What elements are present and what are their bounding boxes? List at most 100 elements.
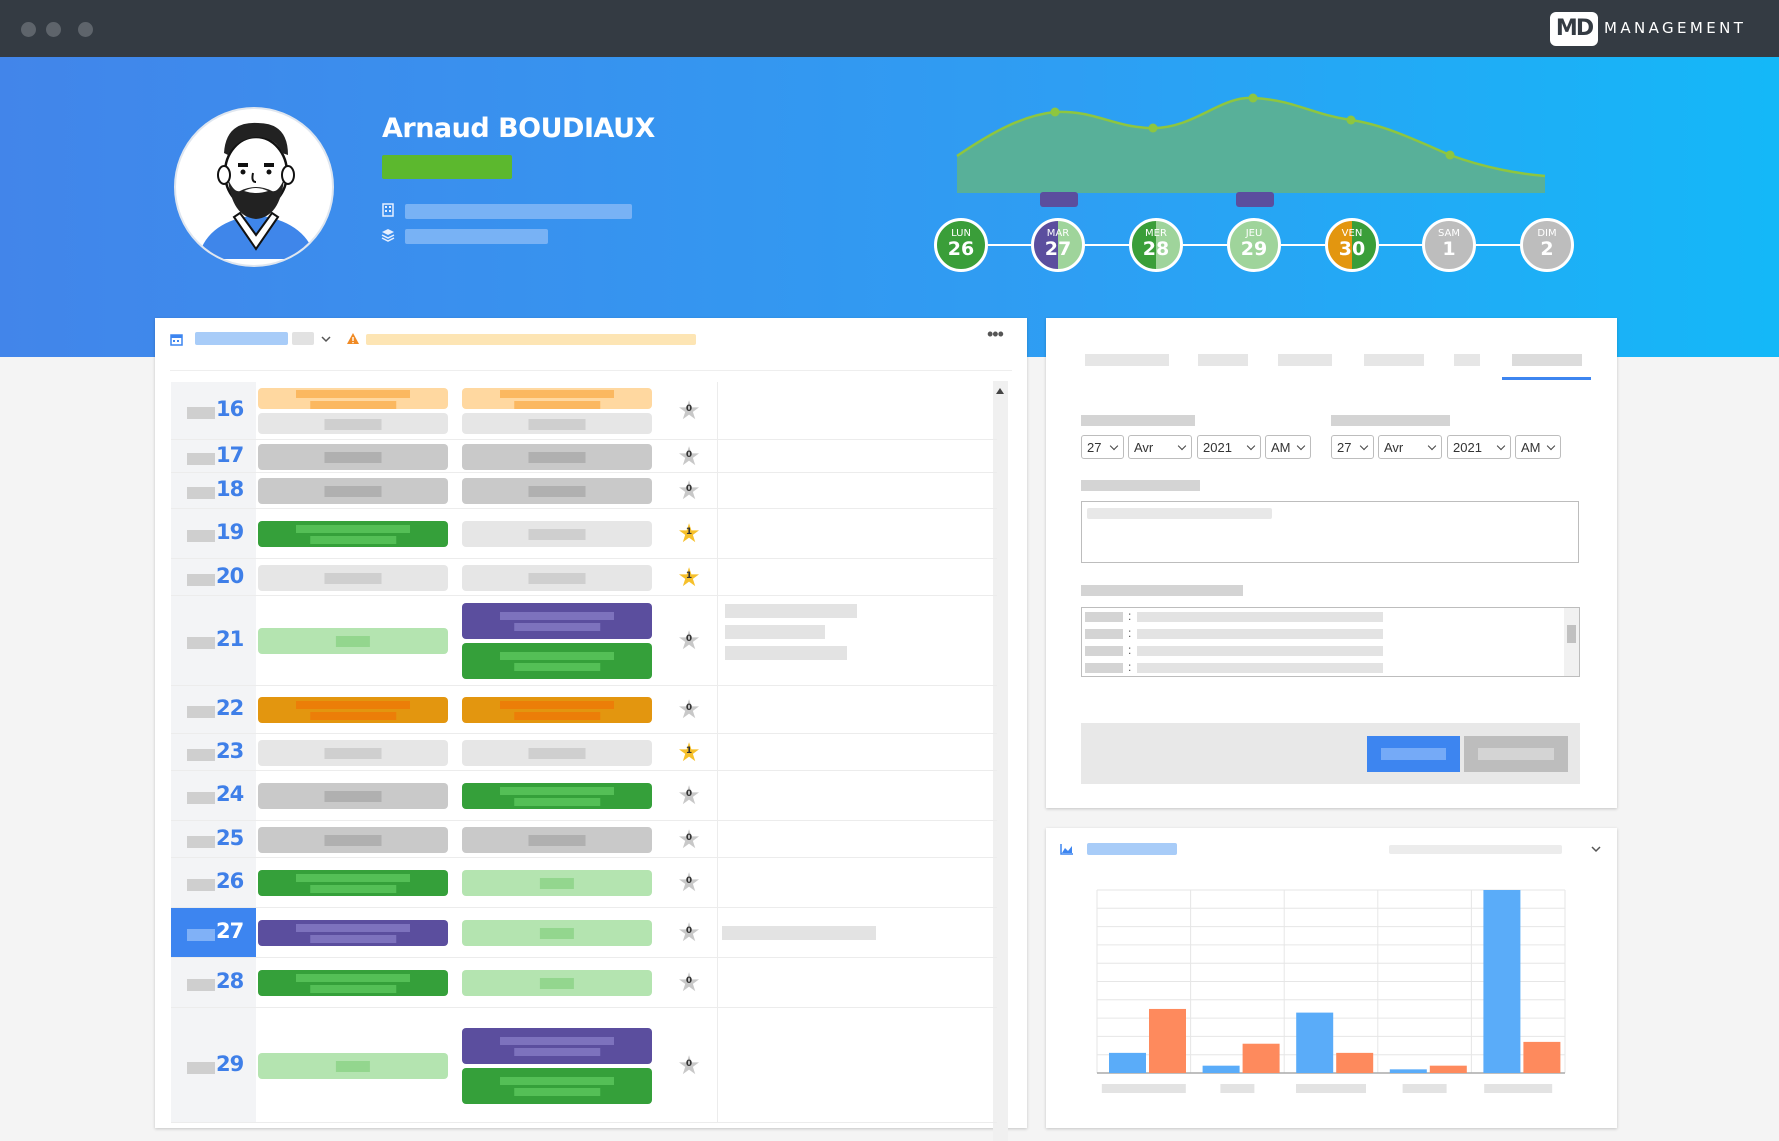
day-circle-ven[interactable]: VEN 30 (1325, 218, 1379, 272)
shift-block[interactable] (258, 388, 448, 409)
day-circle-jeu[interactable]: JEU 29 (1227, 218, 1281, 272)
more-icon[interactable]: ••• (987, 324, 1004, 345)
star-icon[interactable]: ★ 0 (674, 443, 704, 469)
avatar[interactable] (174, 107, 334, 267)
shift-block[interactable] (462, 697, 652, 723)
shift-block[interactable] (462, 413, 652, 434)
shift-block[interactable] (462, 920, 652, 946)
cancel-button[interactable] (1464, 736, 1568, 772)
chart-bar[interactable] (1242, 1043, 1280, 1073)
chart-bar[interactable] (1149, 1008, 1186, 1073)
calendar-row[interactable]: 21 ★ 0 (171, 596, 997, 686)
shift-block[interactable] (258, 739, 448, 766)
calendar-row[interactable]: 19 ★ 1 (171, 509, 997, 559)
shift-block[interactable] (462, 388, 652, 409)
shift-block[interactable] (462, 1067, 652, 1104)
tab-5[interactable] (1454, 354, 1480, 366)
start-month-select[interactable]: Avr (1128, 435, 1192, 459)
shift-block[interactable] (258, 1052, 448, 1079)
summary-list[interactable]: : : : : : (1081, 607, 1580, 677)
tab-1[interactable] (1085, 354, 1169, 366)
star-icon[interactable]: ★ 0 (674, 869, 704, 895)
window-close-dot[interactable] (21, 22, 36, 37)
shift-block[interactable] (462, 521, 652, 547)
summary-scrollbar[interactable] (1564, 608, 1579, 676)
event-marker[interactable] (1236, 192, 1274, 207)
shift-block[interactable] (462, 826, 652, 853)
chart-bar[interactable] (1483, 890, 1521, 1073)
chart-bar[interactable] (1202, 1065, 1240, 1073)
calendar-row[interactable]: 26 ★ 0 (171, 858, 997, 908)
day-circle-sam[interactable]: SAM 1 (1422, 218, 1476, 272)
calendar-row[interactable]: 25 ★ 0 (171, 821, 997, 858)
shift-block[interactable] (462, 443, 652, 470)
start-period-select[interactable]: AM (1265, 435, 1311, 459)
star-icon[interactable]: ★ 0 (674, 477, 704, 503)
shift-block[interactable] (258, 920, 448, 946)
start-year-select[interactable]: 2021 (1197, 435, 1261, 459)
star-icon[interactable]: ★ 0 (674, 919, 704, 945)
calendar-row[interactable]: 16 ★ 0 (171, 382, 997, 440)
tab-4[interactable] (1364, 354, 1424, 366)
day-circle-lun[interactable]: LUN 26 (934, 218, 988, 272)
shift-block[interactable] (462, 870, 652, 896)
star-icon[interactable]: ★ 0 (674, 969, 704, 995)
chart-bar[interactable] (1296, 1012, 1334, 1073)
calendar-row[interactable]: 27 ★ 0 (171, 908, 997, 958)
shift-block[interactable] (462, 1027, 652, 1064)
shift-block[interactable] (258, 826, 448, 853)
shift-block[interactable] (462, 739, 652, 766)
shift-block[interactable] (462, 478, 652, 504)
calendar-row[interactable]: 24 ★ 0 (171, 771, 997, 821)
star-icon[interactable]: ★ 0 (674, 782, 704, 808)
shift-block[interactable] (462, 783, 652, 809)
calendar-row[interactable]: 23 ★ 1 (171, 734, 997, 771)
window-zoom-dot[interactable] (78, 22, 93, 37)
end-day-select[interactable]: 27 (1331, 435, 1374, 459)
shift-block[interactable] (258, 564, 448, 591)
shift-block[interactable] (258, 443, 448, 470)
calendar-row[interactable]: 18 ★ 0 (171, 473, 997, 509)
chart-bar[interactable] (1523, 1041, 1561, 1073)
star-icon[interactable]: ★ 0 (674, 696, 704, 722)
submit-button[interactable] (1367, 736, 1460, 772)
shift-block[interactable] (258, 870, 448, 896)
star-icon[interactable]: ★ 0 (674, 1052, 704, 1078)
shift-block[interactable] (462, 970, 652, 996)
shift-block[interactable] (258, 697, 448, 723)
shift-block[interactable] (258, 783, 448, 809)
shift-block[interactable] (462, 564, 652, 591)
calendar-row[interactable]: 22 ★ 0 (171, 686, 997, 734)
shift-block[interactable] (258, 521, 448, 547)
end-month-select[interactable]: Avr (1378, 435, 1442, 459)
shift-block[interactable] (258, 628, 448, 654)
day-circle-mer[interactable]: MER 28 (1129, 218, 1183, 272)
window-minimize-dot[interactable] (46, 22, 61, 37)
tab-active[interactable] (1512, 354, 1582, 366)
calendar-row[interactable]: 17 ★ 0 (171, 440, 997, 473)
end-period-select[interactable]: AM (1515, 435, 1561, 459)
shift-block[interactable] (258, 413, 448, 434)
tab-3[interactable] (1278, 354, 1332, 366)
shift-block[interactable] (258, 970, 448, 996)
comment-textarea[interactable] (1081, 501, 1579, 563)
chart-bar[interactable] (1389, 1069, 1427, 1073)
calendar-row[interactable]: 20 ★ 1 (171, 559, 997, 596)
chart-bar[interactable] (1336, 1052, 1374, 1073)
chart-bar[interactable] (1109, 1052, 1146, 1073)
period-selector[interactable] (195, 332, 288, 345)
shift-block[interactable] (258, 478, 448, 504)
chevron-down-icon[interactable] (321, 334, 331, 344)
star-icon[interactable]: ★ 1 (674, 564, 704, 590)
start-day-select[interactable]: 27 (1081, 435, 1124, 459)
day-circle-mar[interactable]: MAR 27 (1031, 218, 1085, 272)
star-icon[interactable]: ★ 0 (674, 627, 704, 653)
star-icon[interactable]: ★ 0 (674, 397, 704, 423)
day-circle-dim[interactable]: DIM 2 (1520, 218, 1574, 272)
chevron-down-icon[interactable] (1591, 844, 1601, 854)
shift-block[interactable] (462, 603, 652, 639)
tab-2[interactable] (1198, 354, 1248, 366)
star-icon[interactable]: ★ 1 (674, 739, 704, 765)
end-year-select[interactable]: 2021 (1447, 435, 1511, 459)
chart-bar[interactable] (1429, 1065, 1467, 1073)
